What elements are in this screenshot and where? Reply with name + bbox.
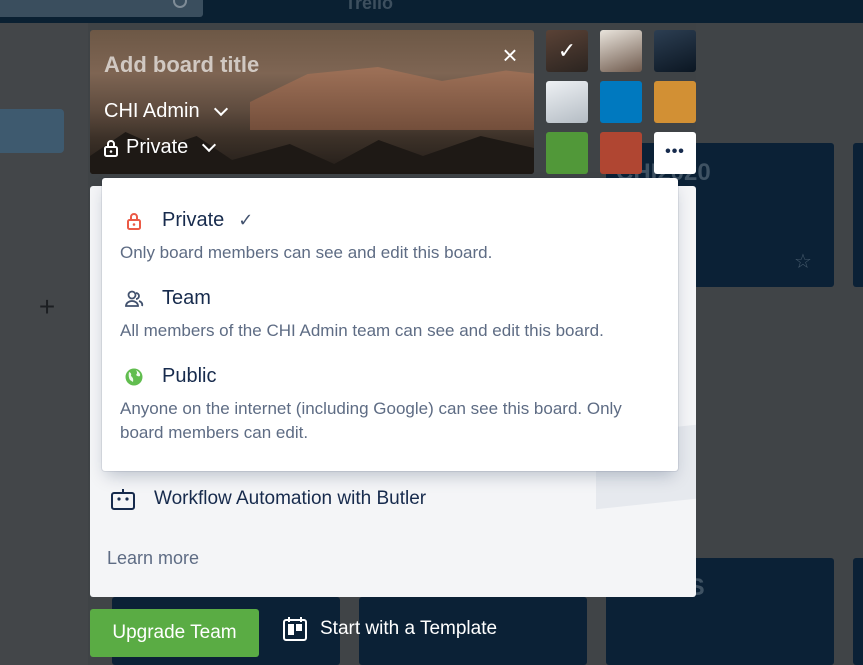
check-icon bbox=[600, 132, 642, 174]
butler-feature: Workflow Automation with Butler bbox=[110, 488, 426, 510]
upgrade-team-button[interactable]: Upgrade Team bbox=[90, 609, 259, 657]
visibility-option-label: Public bbox=[162, 365, 217, 387]
team-icon bbox=[125, 290, 144, 307]
top-bar: Trello bbox=[0, 0, 863, 23]
lock-icon bbox=[127, 212, 141, 230]
board-tile[interactable] bbox=[853, 143, 863, 287]
visibility-option-description: Anyone on the internet (including Google… bbox=[120, 399, 622, 442]
app-logo[interactable]: Trello bbox=[345, 0, 445, 10]
visibility-selector[interactable]: Private bbox=[104, 136, 217, 159]
template-icon bbox=[283, 617, 307, 641]
background-swatch[interactable]: ✓ bbox=[546, 30, 588, 72]
globe-icon bbox=[125, 368, 143, 385]
star-icon[interactable]: ☆ bbox=[794, 249, 812, 274]
sidebar: + bbox=[0, 23, 88, 665]
check-icon: ✓ bbox=[238, 210, 254, 230]
visibility-menu: Private ✓ Only board members can see and… bbox=[102, 178, 678, 471]
more-icon[interactable]: ••• bbox=[654, 132, 696, 174]
visibility-selector-label: Private bbox=[126, 136, 189, 158]
check-icon: ✓ bbox=[557, 38, 577, 63]
plus-icon[interactable]: + bbox=[36, 293, 58, 321]
butler-feature-label: Workflow Automation with Butler bbox=[154, 488, 427, 509]
chevron-down-icon bbox=[213, 101, 228, 117]
background-swatch[interactable] bbox=[600, 132, 642, 174]
team-selector-label: CHI Admin bbox=[104, 100, 200, 122]
visibility-option-team[interactable]: Team All members of the CHI Admin team c… bbox=[102, 287, 678, 357]
board-tile[interactable] bbox=[853, 558, 863, 665]
board-search[interactable] bbox=[0, 0, 203, 17]
check-icon bbox=[600, 81, 642, 123]
sidebar-active-item[interactable] bbox=[0, 109, 64, 153]
board-preview: × CHI Admin Private bbox=[90, 30, 534, 174]
team-selector[interactable]: CHI Admin bbox=[104, 100, 228, 123]
check-icon bbox=[654, 81, 696, 123]
visibility-option-private[interactable]: Private ✓ Only board members can see and… bbox=[102, 209, 678, 279]
check-icon bbox=[654, 30, 696, 72]
visibility-option-description: All members of the CHI Admin team can se… bbox=[120, 321, 604, 340]
background-swatch[interactable] bbox=[654, 81, 696, 123]
check-icon bbox=[546, 132, 588, 174]
close-button[interactable]: × bbox=[498, 42, 522, 68]
background-swatch[interactable] bbox=[600, 81, 642, 123]
visibility-option-label: Private bbox=[162, 209, 225, 231]
visibility-option-public[interactable]: Public Anyone on the internet (including… bbox=[102, 365, 678, 460]
visibility-option-description: Only board members can see and edit this… bbox=[120, 243, 493, 262]
background-swatch[interactable] bbox=[600, 30, 642, 72]
search-icon[interactable] bbox=[173, 0, 187, 8]
start-with-template-label: Start with a Template bbox=[320, 618, 498, 639]
background-swatch[interactable] bbox=[546, 132, 588, 174]
start-with-template-button[interactable]: Start with a Template bbox=[282, 616, 497, 642]
visibility-option-header: Team bbox=[124, 287, 211, 310]
learn-more-link[interactable]: Learn more bbox=[107, 548, 199, 569]
check-icon bbox=[600, 30, 642, 72]
lock-icon bbox=[104, 139, 118, 157]
robot-icon bbox=[111, 489, 135, 510]
board-title-input[interactable] bbox=[104, 52, 504, 78]
visibility-option-header: Public bbox=[124, 365, 216, 388]
visibility-option-label: Team bbox=[162, 287, 211, 309]
visibility-option-header: Private ✓ bbox=[124, 209, 253, 232]
background-swatch[interactable] bbox=[654, 30, 696, 72]
check-icon bbox=[546, 81, 588, 123]
background-swatch[interactable] bbox=[546, 81, 588, 123]
chevron-down-icon bbox=[202, 137, 217, 153]
